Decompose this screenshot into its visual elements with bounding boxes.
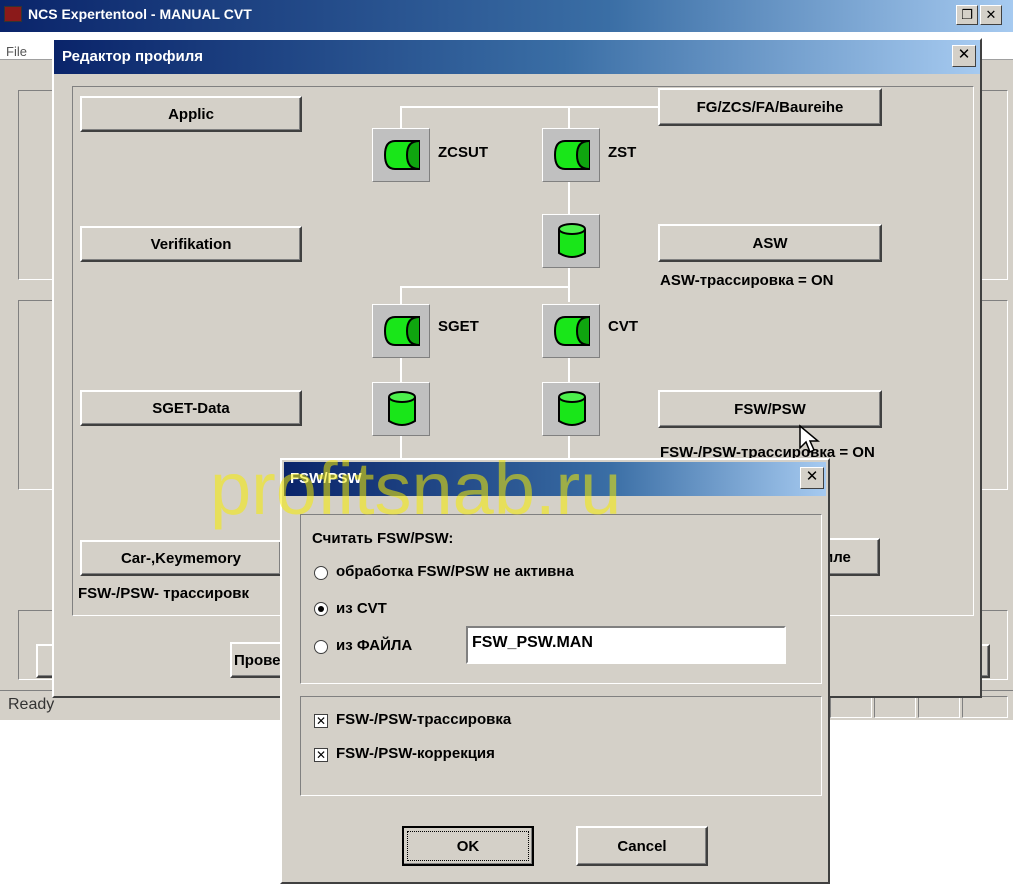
checkbox-correction[interactable]: ✕ [314, 748, 328, 762]
process-node-icon [383, 316, 420, 346]
fsw-psw-button[interactable]: FSW/PSW [658, 390, 882, 428]
connector-line [400, 358, 402, 382]
ok-button[interactable]: OK [402, 826, 534, 866]
node-cvt[interactable] [542, 304, 600, 358]
file-name-input[interactable]: FSW_PSW.MAN [466, 626, 786, 664]
connector-line [568, 182, 570, 214]
node-db-zst[interactable] [542, 214, 600, 268]
app-icon [4, 6, 22, 22]
connector-line [568, 436, 570, 458]
database-icon [388, 391, 416, 426]
node-zcsut-label: ZCSUT [438, 144, 488, 161]
node-cvt-label: CVT [608, 318, 638, 335]
main-window-title: NCS Expertentool - MANUAL CVT [28, 6, 252, 22]
verifikation-button[interactable]: Verifikation [80, 226, 302, 262]
close-icon[interactable]: ✕ [952, 45, 976, 67]
car-keymemory-button[interactable]: Car-,Keymemory [80, 540, 282, 576]
connector-line [400, 106, 658, 108]
asw-trace-label: ASW-трассировка = ON [660, 272, 834, 289]
car-trace-label: FSW-/PSW- трассировк [78, 585, 250, 602]
checkbox-trace-label[interactable]: FSW-/PSW-трассировка [336, 711, 511, 728]
connector-line [568, 268, 570, 302]
radio-inactive[interactable] [314, 566, 328, 580]
radio-from-file[interactable] [314, 640, 328, 654]
node-zcsut[interactable] [372, 128, 430, 182]
read-source-label: Считать FSW/PSW: [312, 530, 454, 547]
cancel-button[interactable]: Cancel [576, 826, 708, 866]
bg-panel-left-1 [18, 90, 54, 280]
bg-panel-right-2 [980, 300, 1008, 490]
menu-file[interactable]: File [6, 44, 27, 59]
process-node-icon [553, 140, 590, 170]
applic-button[interactable]: Applic [80, 96, 302, 132]
node-sget[interactable] [372, 304, 430, 358]
radio-from-cvt[interactable] [314, 602, 328, 616]
radio-from-cvt-label[interactable]: из CVT [336, 600, 387, 617]
database-icon [558, 391, 586, 426]
bg-panel-left-2 [18, 300, 54, 490]
connector-line [568, 358, 570, 382]
node-db-sget[interactable] [372, 382, 430, 436]
sget-data-button[interactable]: SGET-Data [80, 390, 302, 426]
restore-icon[interactable]: ❐ [956, 5, 978, 25]
database-icon [558, 223, 586, 258]
process-node-icon [553, 316, 590, 346]
close-icon[interactable]: ✕ [800, 467, 824, 489]
fsw-psw-titlebar [284, 462, 826, 496]
node-zst-label: ZST [608, 144, 637, 161]
node-db-cvt[interactable] [542, 382, 600, 436]
status-text: Ready [8, 696, 55, 713]
mouse-cursor-icon [799, 424, 820, 454]
node-sget-label: SGET [438, 318, 479, 335]
profile-editor-title: Редактор профиля [62, 48, 203, 65]
radio-from-file-label[interactable]: из ФАЙЛА [336, 637, 412, 654]
radio-inactive-label[interactable]: обработка FSW/PSW не активна [336, 563, 574, 580]
checkbox-correction-label[interactable]: FSW-/PSW-коррекция [336, 745, 495, 762]
fsw-psw-title: FSW/PSW [290, 470, 362, 487]
connector-line [400, 436, 402, 458]
connector-line [400, 106, 402, 128]
asw-button[interactable]: ASW [658, 224, 882, 262]
fg-zcs-button[interactable]: FG/ZCS/FA/Baureihe [658, 88, 882, 126]
process-node-icon [383, 140, 420, 170]
connector-line [400, 286, 570, 288]
bg-panel-right-1 [980, 90, 1008, 280]
checkbox-trace[interactable]: ✕ [314, 714, 328, 728]
main-close-icon[interactable]: ✕ [980, 5, 1002, 25]
status-cell [918, 696, 960, 718]
status-cell [874, 696, 916, 718]
status-cell [962, 696, 1008, 718]
status-cell [830, 696, 872, 718]
connector-line [568, 106, 570, 128]
connector-line [400, 286, 402, 304]
node-zst[interactable] [542, 128, 600, 182]
